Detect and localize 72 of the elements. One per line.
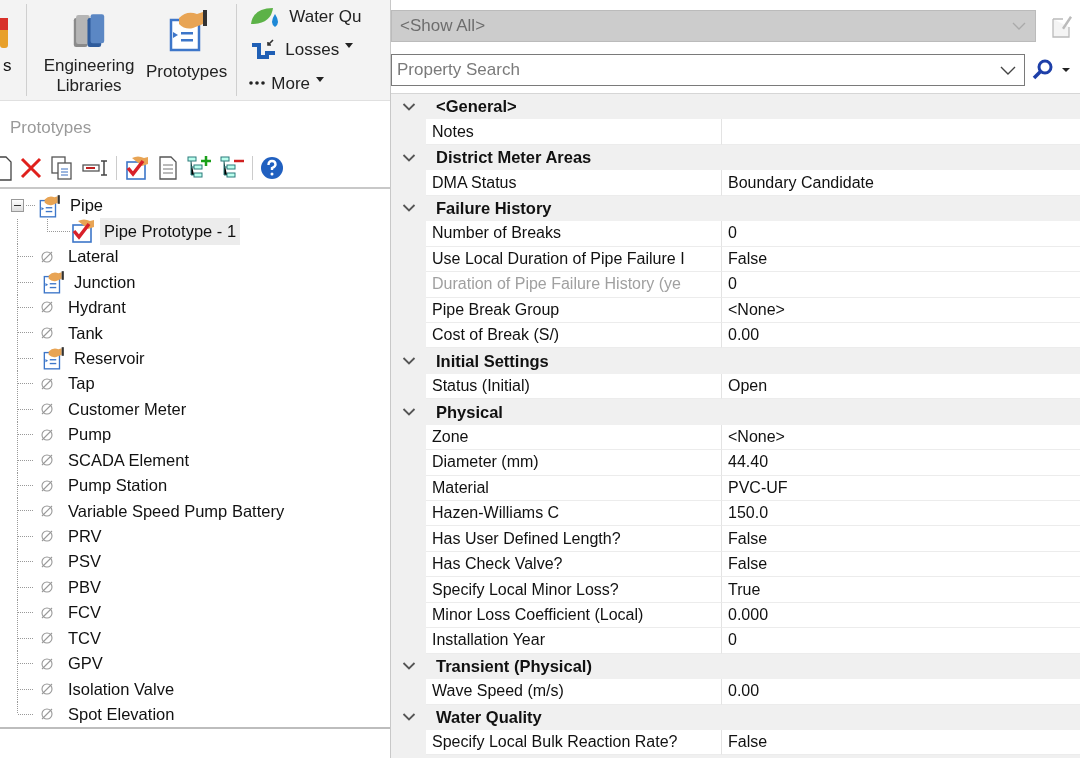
property-name: Has Check Valve? [426,551,722,578]
ribbon-button[interactable]: Water Qu [243,0,368,34]
property-value[interactable]: False [722,246,1080,273]
category-header: Physical [436,401,503,423]
tree-item[interactable]: PBV [64,573,106,601]
property-value[interactable]: Boundary Candidate [722,170,1080,196]
tree-item[interactable]: PSV [64,548,106,576]
property-name: Has User Defined Length? [426,526,722,552]
tree-item[interactable]: Pump [64,421,116,449]
tree-item[interactable]: Junction [70,268,140,296]
property-value[interactable]: 0.00 [722,322,1080,349]
property-name: Material [426,475,722,501]
tree-item[interactable]: GPV [64,650,107,677]
tree-item[interactable]: Pipe [66,192,108,220]
tree-item[interactable]: Tank [64,319,107,347]
property-name: Minor Loss Coefficient (Local) [426,602,722,629]
category-header: Initial Settings [436,350,549,372]
property-value[interactable]: True [722,577,1080,603]
category-header: District Meter Areas [436,147,592,169]
property-name: Diameter (mm) [426,450,722,476]
ribbon-button[interactable]: Engineering Libraries [35,4,143,96]
ribbon-button[interactable]: Losses [243,33,368,67]
property-name: Specify Local Minor Loss? [426,577,722,603]
tree-item[interactable]: SCADA Element [64,446,194,474]
property-name: Notes [426,119,722,145]
property-name: Duration of Pipe Failure History (ye [426,272,722,298]
tree-item[interactable]: Customer Meter [64,395,191,423]
category-header: Water Quality [436,706,542,728]
property-name: Wave Speed (m/s) [426,679,722,705]
property-value[interactable]: 150.0 [722,501,1080,527]
tree-item[interactable]: Hydrant [64,294,130,321]
property-value[interactable]: 0 [722,628,1080,654]
search-field[interactable]: Property Search [391,54,1025,86]
property-value[interactable]: False [722,551,1080,578]
property-value[interactable]: 0 [722,221,1080,247]
tree-item[interactable]: TCV [64,624,105,652]
ribbon-button[interactable]: More [243,66,368,100]
property-name: Zone [426,424,722,451]
property-value[interactable]: False [722,526,1080,552]
tree-item[interactable]: FCV [64,599,105,627]
panel-title: Prototypes [10,118,92,137]
property-value[interactable]: PVC-UF [722,475,1080,501]
category-header: Failure History [436,198,552,220]
property-name: DMA Status [426,170,722,196]
category-header: <General> [436,96,517,118]
tree-item[interactable]: Variable Speed Pump Battery [64,497,289,525]
property-name: Hazen-Williams C [426,501,722,527]
property-value[interactable]: False [722,729,1080,756]
category-header: Transient (Physical) [436,655,592,677]
tree-item[interactable]: Pump Station [64,472,172,499]
tree-item[interactable]: Lateral [64,243,123,270]
property-name: Number of Breaks [426,221,722,247]
tree-item[interactable]: Isolation Valve [64,675,179,703]
property-name: Cost of Break (S/) [426,322,722,349]
property-name: Specify Local Bulk Reaction Rate? [426,729,722,756]
property-value[interactable]: 0.00 [722,679,1080,705]
property-value[interactable]: 0.000 [722,602,1080,629]
property-value[interactable]: <None> [722,424,1080,451]
ribbon-button[interactable]: Prototypes [143,4,231,96]
tree-item[interactable]: Spot Elevation [64,701,179,727]
ribbon-label: s [3,54,12,77]
property-name: Status (Initial) [426,373,722,400]
tree-item[interactable]: Pipe Prototype - 1 [100,217,241,245]
tree-item[interactable]: PRV [64,523,106,550]
property-value[interactable]: 44.40 [722,450,1080,476]
property-value[interactable]: <None> [722,297,1080,323]
property-value[interactable]: Open [722,373,1080,400]
property-name: Pipe Break Group [426,297,722,323]
tree-item[interactable]: Tap [64,370,99,398]
tree-item[interactable]: Reservoir [70,344,149,372]
property-name: Installation Year [426,628,722,654]
property-name: Use Local Duration of Pipe Failure I [426,246,722,273]
